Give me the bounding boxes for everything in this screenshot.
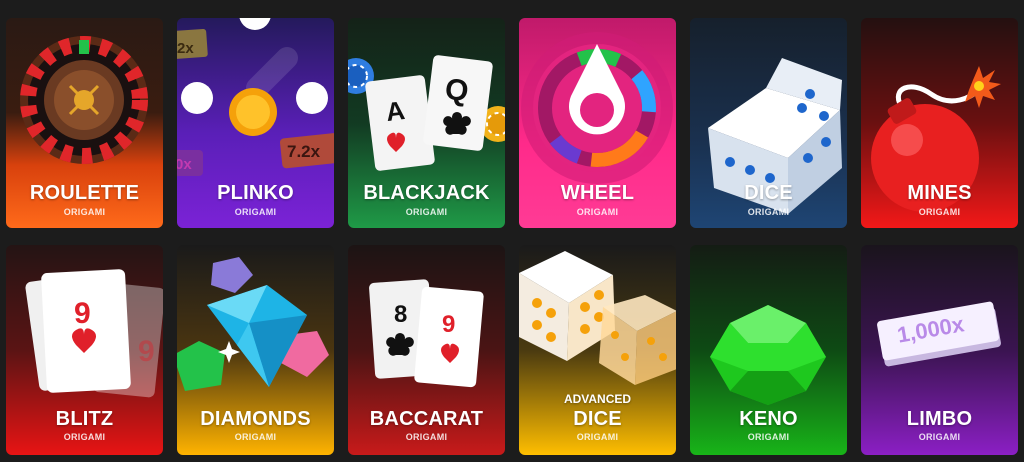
- game-title: MINES: [907, 182, 972, 204]
- card-rank: Q: [443, 72, 471, 109]
- plinko-multiplier-badge: 2x: [177, 40, 194, 57]
- game-title: BLACKJACK: [363, 182, 490, 204]
- game-provider: ORIGAMI: [405, 207, 448, 217]
- game-provider: ORIGAMI: [747, 207, 790, 217]
- game-grid: ROULETTE ORIGAMI 2x 7.2x 0x PLINKO ORIGA…: [0, 0, 1024, 462]
- game-card-advanced-dice[interactable]: ADVANCED DICE ORIGAMI: [519, 245, 676, 455]
- game-card-baccarat[interactable]: 8 9 BACCARAT ORIGAMI: [348, 245, 505, 455]
- game-title: BLITZ: [55, 408, 114, 430]
- card-rank: 9: [74, 297, 91, 330]
- card-rank: 9: [442, 311, 456, 338]
- game-card-roulette[interactable]: ROULETTE ORIGAMI: [6, 18, 163, 228]
- game-title: DICE: [573, 408, 622, 430]
- game-card-keno[interactable]: KENO ORIGAMI: [690, 245, 847, 455]
- game-card-blitz[interactable]: 9 9 BLITZ ORIGAMI: [6, 245, 163, 455]
- game-provider: ORIGAMI: [918, 432, 961, 442]
- game-title: LIMBO: [906, 408, 973, 430]
- game-card-diamonds[interactable]: DIAMONDS ORIGAMI: [177, 245, 334, 455]
- game-title: BACCARAT: [369, 408, 484, 430]
- game-provider: ORIGAMI: [234, 207, 277, 217]
- card-rank: 9: [138, 335, 155, 368]
- game-provider: ORIGAMI: [63, 432, 106, 442]
- game-provider: ORIGAMI: [234, 432, 277, 442]
- game-title: PLINKO: [217, 182, 294, 204]
- game-provider: ORIGAMI: [747, 432, 790, 442]
- game-card-limbo[interactable]: 1,000x LIMBO ORIGAMI: [861, 245, 1018, 455]
- game-provider: ORIGAMI: [576, 207, 619, 217]
- game-provider: ORIGAMI: [63, 207, 106, 217]
- plinko-multiplier-badge: 0x: [177, 156, 192, 173]
- plinko-multiplier-badge: 7.2x: [287, 142, 321, 161]
- card-rank: 8: [394, 301, 408, 328]
- game-title: DICE: [744, 182, 793, 204]
- game-provider: ORIGAMI: [576, 432, 619, 442]
- game-card-mines[interactable]: MINES ORIGAMI: [861, 18, 1018, 228]
- game-card-dice[interactable]: DICE ORIGAMI: [690, 18, 847, 228]
- game-provider: ORIGAMI: [918, 207, 961, 217]
- game-title: KENO: [739, 408, 798, 430]
- game-card-plinko[interactable]: 2x 7.2x 0x PLINKO ORIGAMI: [177, 18, 334, 228]
- game-title: WHEEL: [560, 182, 635, 204]
- game-title: DIAMONDS: [200, 408, 311, 430]
- game-card-wheel[interactable]: WHEEL ORIGAMI: [519, 18, 676, 228]
- game-card-blackjack[interactable]: A Q BLACKJACK ORIGAMI: [348, 18, 505, 228]
- card-rank: A: [384, 94, 407, 128]
- game-provider: ORIGAMI: [405, 432, 448, 442]
- game-title: ROULETTE: [29, 182, 140, 204]
- game-supertitle: ADVANCED: [563, 392, 632, 406]
